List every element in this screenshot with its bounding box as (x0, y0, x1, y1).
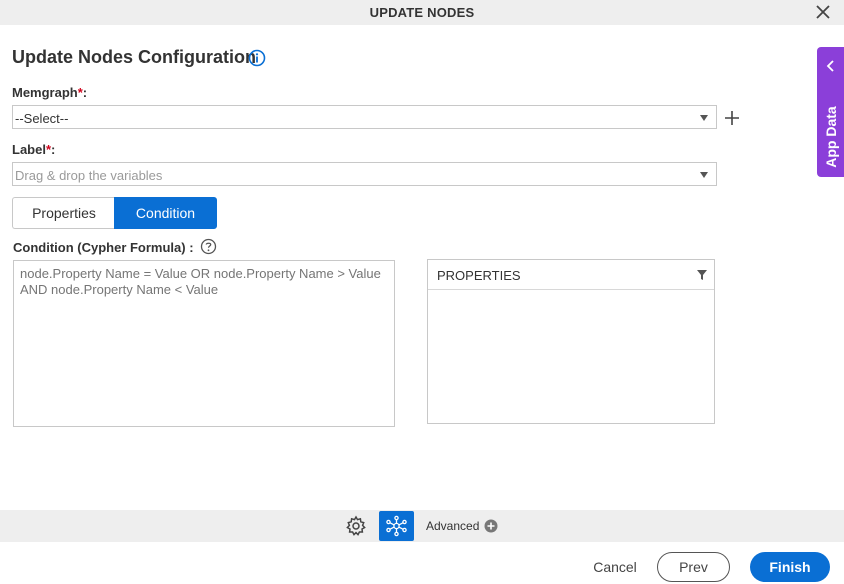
help-icon[interactable] (200, 238, 217, 255)
chevron-down-icon (700, 115, 708, 121)
graph-nodes-button[interactable] (379, 511, 414, 541)
info-icon[interactable] (248, 49, 266, 67)
properties-panel: PROPERTIES (427, 259, 715, 424)
properties-header-label: PROPERTIES (437, 268, 521, 283)
advanced-link[interactable]: Advanced (426, 519, 479, 533)
graph-nodes-icon (386, 515, 407, 537)
label-field-label: Label*: (12, 142, 56, 157)
prev-button[interactable]: Prev (657, 552, 730, 582)
label-drop-placeholder: Drag & drop the variables (15, 168, 163, 183)
filter-icon[interactable] (696, 269, 708, 281)
dialog-titlebar: UPDATE NODES (0, 0, 844, 25)
chevron-left-icon (826, 60, 834, 72)
gear-icon[interactable] (345, 515, 367, 537)
label-drop-field[interactable]: Drag & drop the variables (12, 162, 717, 186)
chevron-down-icon (700, 172, 708, 178)
condition-formula-input[interactable] (13, 260, 395, 427)
memgraph-label: Memgraph*: (12, 85, 88, 100)
close-icon[interactable] (814, 3, 832, 21)
dialog-title: UPDATE NODES (369, 5, 475, 20)
app-data-panel-tab[interactable]: App Data (817, 47, 844, 177)
cancel-button[interactable]: Cancel (582, 552, 648, 582)
tab-properties[interactable]: Properties (12, 197, 115, 229)
properties-header: PROPERTIES (428, 260, 714, 290)
memgraph-select[interactable]: --Select-- (12, 105, 717, 129)
add-memgraph-icon[interactable] (723, 109, 741, 127)
tab-condition[interactable]: Condition (114, 197, 217, 229)
bottom-toolbar (0, 510, 844, 542)
finish-button[interactable]: Finish (750, 552, 830, 582)
page-title: Update Nodes Configuration (12, 47, 256, 67)
app-data-label: App Data (823, 106, 839, 168)
plus-circle-icon[interactable] (484, 519, 498, 533)
memgraph-select-value: --Select-- (15, 111, 69, 126)
condition-label: Condition (Cypher Formula) : (13, 240, 194, 255)
